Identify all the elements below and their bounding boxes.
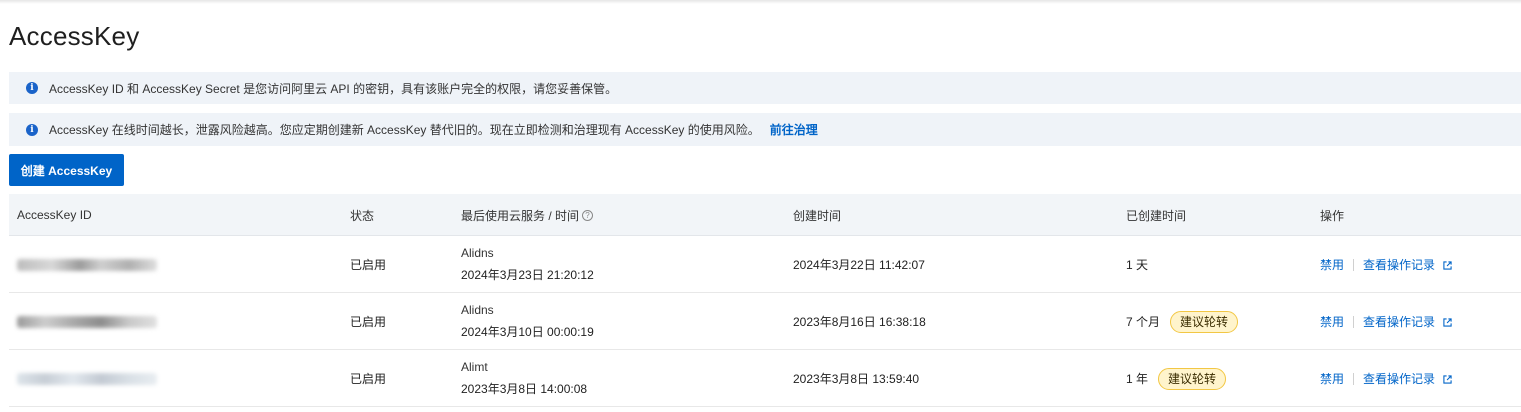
notice-rotation-risk: i AccessKey 在线时间越长，泄露风险越高。您应定期创建新 Access… <box>9 113 1521 146</box>
external-link-icon <box>1443 318 1453 327</box>
disable-link[interactable]: 禁用 <box>1320 313 1344 330</box>
header-actions: 操作 <box>1320 208 1345 223</box>
header-age: 已创建时间 <box>1126 208 1187 223</box>
status-cell: 已启用 <box>350 315 387 329</box>
actions-cell: 禁用 查看操作记录 <box>1320 293 1453 350</box>
view-logs-link[interactable]: 查看操作记录 <box>1363 256 1453 273</box>
actions-cell: 禁用 查看操作记录 <box>1320 236 1453 293</box>
age-cell: 7 个月 建议轮转 <box>1126 293 1239 350</box>
header-created: 创建时间 <box>793 208 842 223</box>
rotate-suggestion-badge: 建议轮转 <box>1170 310 1239 333</box>
view-logs-label: 查看操作记录 <box>1363 315 1436 329</box>
last-used-service: Alidns <box>461 303 494 317</box>
accesskey-table: AccessKey ID 状态 最后使用云服务 / 时间 ? 创建时间 已创建时… <box>9 194 1521 407</box>
age-text: 1 年 <box>1126 372 1149 386</box>
external-link-icon <box>1443 375 1453 384</box>
last-used-cell: Alidns 2024年3月10日 00:00:19 <box>461 293 594 350</box>
action-divider <box>1353 315 1355 328</box>
created-cell: 2023年3月8日 13:59:40 <box>793 372 920 386</box>
disable-link[interactable]: 禁用 <box>1320 370 1344 387</box>
accesskey-id-cell <box>17 236 157 293</box>
header-accesskey-id: AccessKey ID <box>17 208 92 222</box>
govern-link[interactable]: 前往治理 <box>770 121 818 138</box>
header-last-used: 最后使用云服务 / 时间 ? <box>461 194 594 236</box>
last-used-cell: Alidns 2024年3月23日 21:20:12 <box>461 236 594 293</box>
table-row: 已启用 Alidns 2024年3月10日 00:00:19 2023年8月16… <box>9 293 1521 350</box>
disable-link[interactable]: 禁用 <box>1320 256 1344 273</box>
masked-accesskey-id <box>17 315 157 328</box>
table-row: 已启用 Alimt 2023年3月8日 14:00:08 2023年3月8日 1… <box>9 350 1521 407</box>
notice-text: AccessKey ID 和 AccessKey Secret 是您访问阿里云 … <box>49 81 618 96</box>
table-header: AccessKey ID 状态 最后使用云服务 / 时间 ? 创建时间 已创建时… <box>9 194 1521 236</box>
external-link-icon <box>1443 261 1453 270</box>
accesskey-id-cell <box>17 293 157 350</box>
table-row: 已启用 Alidns 2024年3月23日 21:20:12 2024年3月22… <box>9 236 1521 293</box>
header-last-used-label: 最后使用云服务 / 时间 <box>461 208 580 223</box>
top-shadow <box>0 0 1521 4</box>
view-logs-link[interactable]: 查看操作记录 <box>1363 313 1453 330</box>
action-divider <box>1353 372 1355 385</box>
info-icon: i <box>26 82 38 94</box>
notice-text: AccessKey 在线时间越长，泄露风险越高。您应定期创建新 AccessKe… <box>49 123 760 137</box>
age-cell: 1 天 <box>1126 236 1148 293</box>
notice-keys-security: i AccessKey ID 和 AccessKey Secret 是您访问阿里… <box>9 72 1521 104</box>
header-status: 状态 <box>350 208 375 223</box>
last-used-time: 2024年3月23日 21:20:12 <box>461 268 594 282</box>
rotate-suggestion-badge: 建议轮转 <box>1158 367 1227 390</box>
view-logs-label: 查看操作记录 <box>1363 258 1436 272</box>
created-cell: 2023年8月16日 16:38:18 <box>793 315 926 329</box>
status-cell: 已启用 <box>350 372 387 386</box>
last-used-cell: Alimt 2023年3月8日 14:00:08 <box>461 350 587 407</box>
age-text: 1 天 <box>1126 258 1149 272</box>
create-accesskey-button[interactable]: 创建 AccessKey <box>9 154 124 186</box>
action-divider <box>1353 258 1355 271</box>
view-logs-label: 查看操作记录 <box>1363 372 1436 386</box>
masked-accesskey-id <box>17 258 157 271</box>
question-circle-icon[interactable]: ? <box>582 209 594 221</box>
age-text: 7 个月 <box>1126 315 1161 329</box>
created-cell: 2024年3月22日 11:42:07 <box>793 258 925 272</box>
masked-accesskey-id <box>17 372 157 385</box>
last-used-service: Alidns <box>461 246 494 260</box>
last-used-service: Alimt <box>461 360 488 374</box>
last-used-time: 2023年3月8日 14:00:08 <box>461 382 588 396</box>
actions-cell: 禁用 查看操作记录 <box>1320 350 1453 407</box>
accesskey-id-cell <box>17 350 157 407</box>
status-cell: 已启用 <box>350 258 387 272</box>
page-title: AccessKey <box>9 21 140 51</box>
age-cell: 1 年 建议轮转 <box>1126 350 1227 407</box>
view-logs-link[interactable]: 查看操作记录 <box>1363 370 1453 387</box>
info-icon: i <box>26 123 38 136</box>
last-used-time: 2024年3月10日 00:00:19 <box>461 325 594 339</box>
